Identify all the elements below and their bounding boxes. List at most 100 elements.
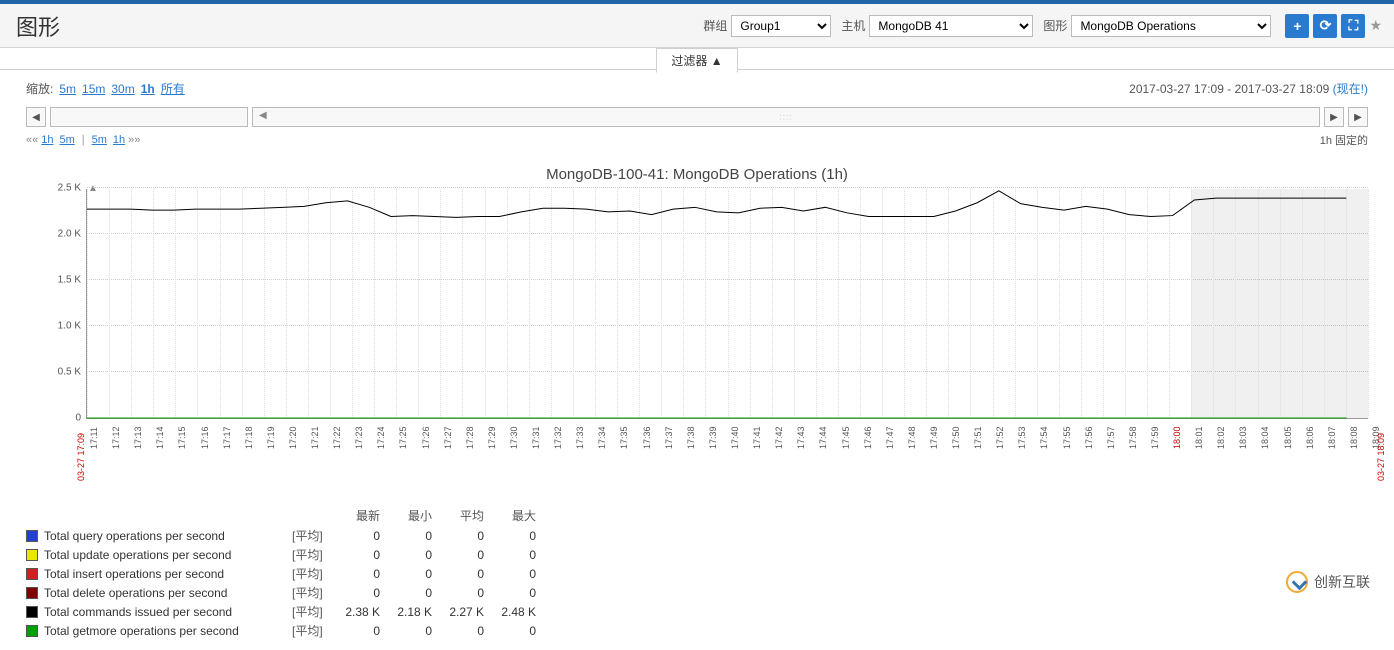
x-tick: 17:42: [774, 426, 784, 449]
nav-fwd-5m[interactable]: 5m: [92, 134, 107, 146]
host-label: 主机: [841, 17, 865, 34]
plot-svg: [87, 189, 1368, 418]
x-tick: 18:06: [1305, 426, 1315, 449]
zoom-30m[interactable]: 30m: [111, 82, 134, 96]
x-tick: 17:52: [995, 426, 1005, 449]
scroll-right-end-button[interactable]: ▶: [1348, 107, 1368, 127]
legend-row: Total getmore operations per second[平均]0…: [26, 621, 550, 640]
legend-name: Total insert operations per second: [26, 564, 292, 583]
x-tick: 17:31: [531, 426, 541, 449]
legend-name: Total delete operations per second: [26, 583, 292, 602]
legend-row: Total delete operations per second[平均]00…: [26, 583, 550, 602]
fixed-label: 1h 固定的: [1320, 132, 1368, 148]
legend-type: [平均]: [292, 583, 342, 602]
legend-value: 0: [394, 526, 446, 545]
x-tick: 18:08: [1349, 426, 1359, 449]
legend-row: Total commands issued per second[平均]2.38…: [26, 602, 550, 621]
legend-value: 0: [342, 545, 394, 564]
legend-value: 0: [394, 545, 446, 564]
host-selector-wrap: 主机 MongoDB 41: [841, 15, 1033, 37]
legend-value: 0: [498, 526, 550, 545]
nav-back-1h[interactable]: 1h: [41, 134, 53, 146]
zoom-5m[interactable]: 5m: [59, 82, 76, 96]
x-tick: 17:36: [642, 426, 652, 449]
scroll-left-small-button[interactable]: ◀: [26, 107, 46, 127]
legend-row: Total update operations per second[平均]00…: [26, 545, 550, 564]
legend-swatch: [26, 549, 38, 561]
legend-swatch: [26, 606, 38, 618]
x-tick: 18:00: [1172, 426, 1182, 449]
x-tick: 18:02: [1216, 426, 1226, 449]
fullscreen-button[interactable]: ⛶: [1341, 14, 1365, 38]
x-tick: 17:38: [686, 426, 696, 449]
legend-value: 0: [446, 621, 498, 640]
content-area: 缩放: 5m15m30m1h所有 2017-03-27 17:09 - 2017…: [0, 70, 1394, 650]
legend-row: Total insert operations per second[平均]00…: [26, 564, 550, 583]
legend-type: [平均]: [292, 621, 342, 640]
nav-left-outer[interactable]: ««: [26, 134, 38, 146]
zoom-15m[interactable]: 15m: [82, 82, 105, 96]
host-select[interactable]: MongoDB 41: [869, 15, 1033, 37]
group-select[interactable]: Group1: [731, 15, 831, 37]
legend-swatch: [26, 530, 38, 542]
legend-name: Total commands issued per second: [26, 602, 292, 621]
favorite-icon[interactable]: ★: [1369, 17, 1382, 34]
legend-value: 2.38 K: [342, 602, 394, 621]
nav-sep: |: [82, 134, 85, 146]
x-tick: 17:49: [929, 426, 939, 449]
slider-handle-left-icon[interactable]: ◀: [259, 110, 267, 121]
nav-fwd-1h[interactable]: 1h: [113, 134, 125, 146]
x-tick: 17:55: [1062, 426, 1072, 449]
zoom-1h[interactable]: 1h: [141, 82, 155, 96]
page-header: 图形 群组 Group1 主机 MongoDB 41 图形 MongoDB Op…: [0, 4, 1394, 48]
legend-value: 0: [342, 621, 394, 640]
now-link[interactable]: (现在!): [1333, 82, 1368, 96]
nav-right-outer[interactable]: »»: [128, 134, 140, 146]
series-line: [87, 191, 1346, 218]
legend-row: Total query operations per second[平均]000…: [26, 526, 550, 545]
x-tick: 17:48: [907, 426, 917, 449]
timeline-main[interactable]: ◀ ::::: [252, 107, 1320, 127]
legend-swatch: [26, 568, 38, 580]
x-tick: 17:11: [89, 427, 99, 449]
x-tick: 17:43: [796, 426, 806, 449]
x-tick: 17:30: [509, 426, 519, 449]
x-tick: 17:26: [421, 426, 431, 449]
y-tick: 0.5 K: [58, 367, 81, 378]
scroll-right-small-button[interactable]: ▶: [1324, 107, 1344, 127]
graph-label: 图形: [1043, 17, 1067, 34]
x-tick: 17:16: [200, 426, 210, 449]
x-tick: 17:45: [841, 426, 851, 449]
group-selector-wrap: 群组 Group1: [703, 15, 831, 37]
x-tick: 17:51: [973, 426, 983, 449]
refresh-button[interactable]: ⟳: [1313, 14, 1337, 38]
slider-grip-icon[interactable]: ::::: [780, 113, 793, 122]
timeline-slider-row: ◀ ◀ :::: ▶ ▶: [26, 106, 1368, 128]
legend-header: 最新: [342, 505, 394, 526]
time-nav-row: «« 1h 5m | 5m 1h »» 1h 固定的: [26, 132, 1368, 148]
nav-back-5m[interactable]: 5m: [60, 134, 75, 146]
x-tick: 17:40: [730, 426, 740, 449]
page-title: 图形: [16, 10, 60, 42]
x-tick: 17:57: [1106, 426, 1116, 449]
x-tick: 17:14: [155, 426, 165, 449]
x-tick: 17:41: [752, 426, 762, 449]
x-tick: 18:05: [1283, 426, 1293, 449]
zoom-所有[interactable]: 所有: [161, 82, 185, 96]
x-tick: 17:22: [332, 426, 342, 449]
x-tick: 17:19: [266, 426, 276, 449]
legend-value: 0: [498, 564, 550, 583]
x-tick: 18:01: [1194, 426, 1204, 449]
y-tick: 2.5 K: [58, 183, 81, 194]
x-start-label: 03-27 17:09: [76, 433, 86, 481]
x-tick: 18:03: [1238, 426, 1248, 449]
add-button[interactable]: +: [1285, 14, 1309, 38]
timeline-overview[interactable]: [50, 107, 248, 127]
graph-select[interactable]: MongoDB Operations: [1071, 15, 1271, 37]
legend-table: 最新最小平均最大 Total query operations per seco…: [26, 505, 550, 640]
x-tick: 17:50: [951, 426, 961, 449]
x-tick: 17:46: [863, 426, 873, 449]
x-tick: 17:32: [553, 426, 563, 449]
filter-toggle[interactable]: 过滤器 ▲: [656, 48, 737, 73]
graph-selector-wrap: 图形 MongoDB Operations: [1043, 15, 1271, 37]
